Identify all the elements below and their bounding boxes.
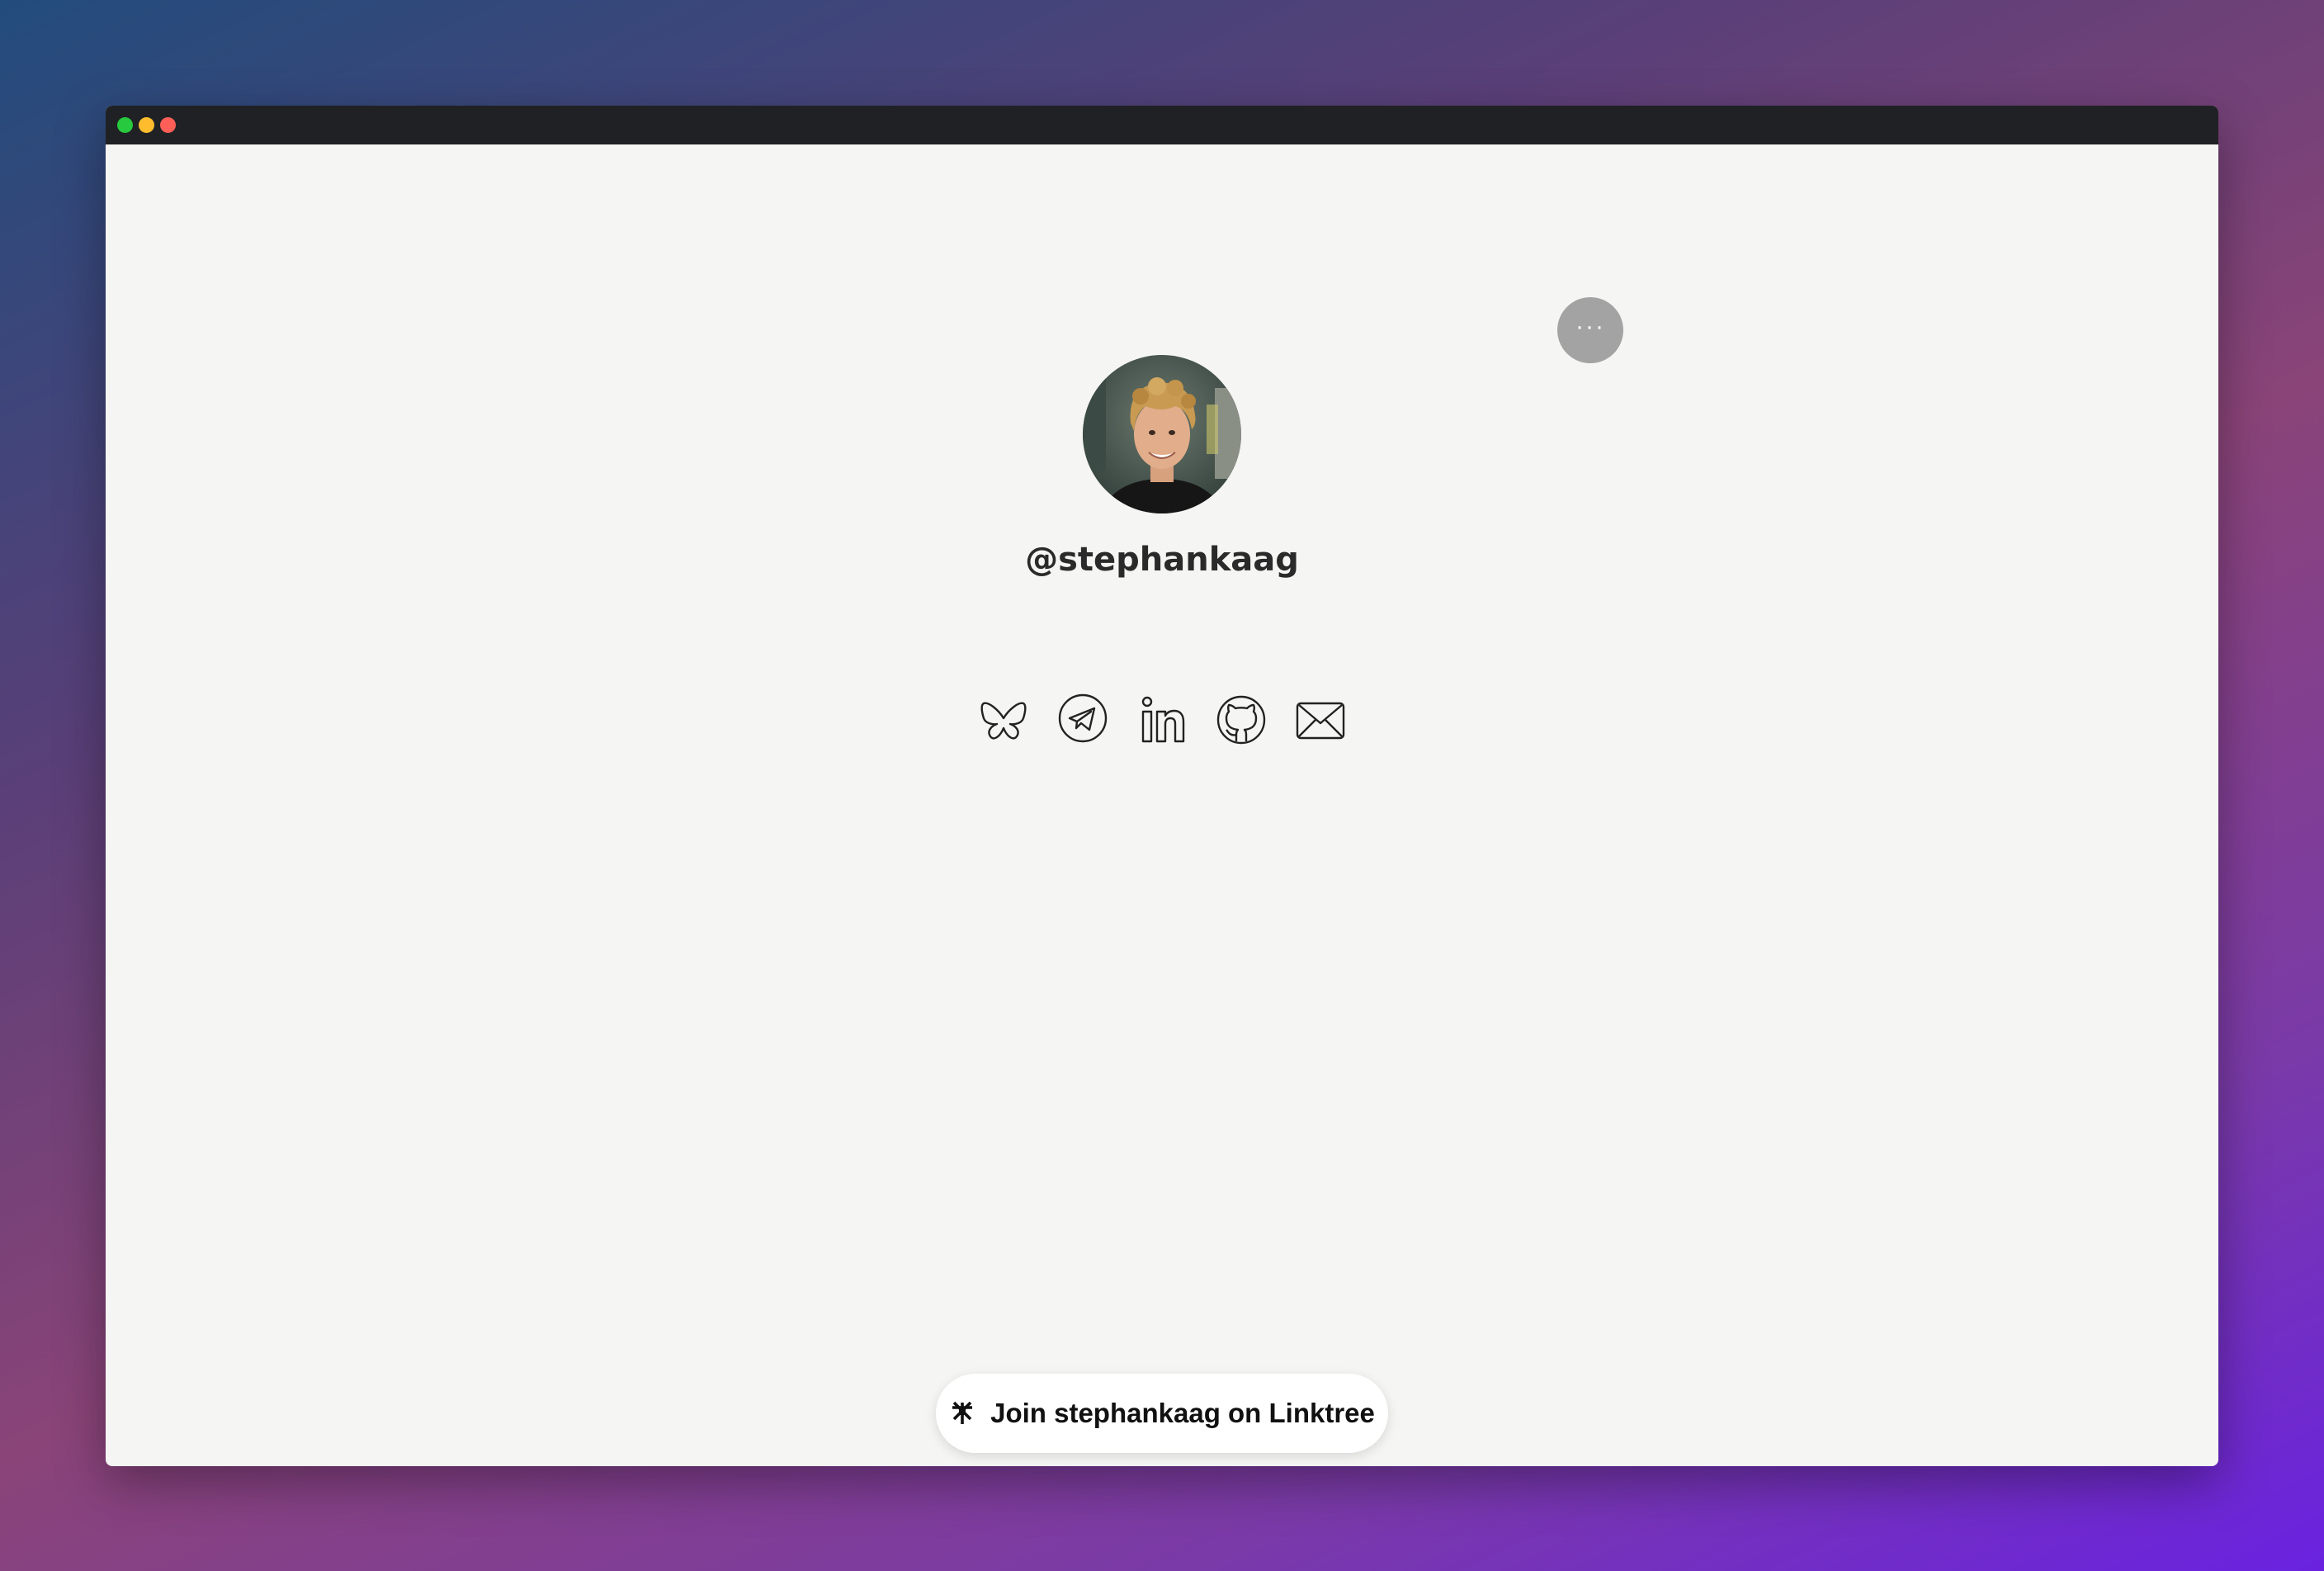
page-content: ··· @stephankaag Join stephankaag on Lin… [106, 144, 2218, 1466]
social-links [106, 693, 2218, 746]
profile-photo [1083, 355, 1241, 513]
paper-plane-icon [1058, 693, 1108, 743]
window-titlebar [106, 106, 2218, 144]
telegram-link[interactable] [1056, 693, 1109, 746]
join-linktree-label: Join stephankaag on Linktree [990, 1398, 1375, 1428]
bluesky-link[interactable] [977, 693, 1030, 746]
linktree-asterisk-icon [949, 1400, 975, 1427]
butterfly-icon [980, 702, 1027, 740]
linkedin-link[interactable] [1136, 693, 1188, 746]
join-linktree-button[interactable]: Join stephankaag on Linktree [936, 1374, 1388, 1453]
profile-username: @stephankaag [1025, 541, 1299, 579]
github-icon [1216, 695, 1266, 745]
github-link[interactable] [1215, 693, 1268, 746]
window-control-red[interactable] [160, 117, 176, 133]
browser-window: ··· @stephankaag Join stephankaag on Lin… [106, 106, 2218, 1466]
window-control-yellow[interactable] [139, 117, 154, 133]
envelope-icon [1296, 702, 1345, 740]
email-link[interactable] [1294, 693, 1347, 746]
more-options-button[interactable]: ··· [1557, 297, 1623, 363]
linkedin-icon [1141, 696, 1185, 743]
avatar [1083, 355, 1241, 513]
ellipsis-icon: ··· [1575, 313, 1605, 340]
window-control-green[interactable] [117, 117, 133, 133]
